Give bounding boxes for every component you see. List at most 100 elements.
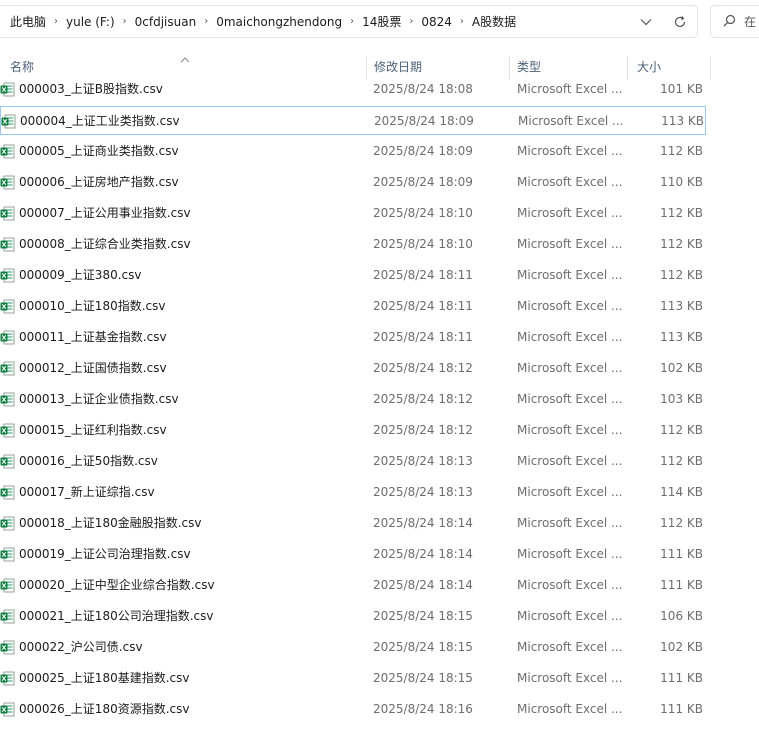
breadcrumb-separator-icon[interactable]: › — [200, 16, 212, 27]
excel-csv-file-icon — [1, 114, 16, 129]
file-row[interactable]: 000022_沪公司债.csv 2025/8/24 18:15 Microsoft … — [0, 633, 706, 662]
file-name: 000012_上证国债指数.csv — [19, 361, 167, 375]
file-size: 106 KB — [660, 609, 703, 623]
file-row[interactable]: 000008_上证综合业类指数.csv 2025/8/24 18:10 Micros… — [0, 230, 706, 259]
file-type: Microsoft Excel ... — [517, 237, 623, 251]
file-row[interactable]: 000021_上证180公司治理指数.csv 2025/8/24 18:15 Mic… — [0, 602, 706, 631]
file-size: 114 KB — [660, 485, 703, 499]
breadcrumb-item[interactable]: A股数据 — [468, 13, 520, 30]
breadcrumb-item[interactable]: 14股票 — [358, 13, 405, 30]
breadcrumb-separator-icon[interactable]: › — [456, 16, 468, 27]
file-row[interactable]: 000013_上证企业债指数.csv 2025/8/24 18:12 Microso… — [0, 385, 706, 414]
file-modified-date: 2025/8/24 18:13 — [373, 454, 473, 468]
file-type: Microsoft Excel ... — [517, 516, 623, 530]
breadcrumb-item[interactable]: 0cfdjisuan — [131, 15, 201, 29]
history-dropdown-icon[interactable] — [629, 6, 663, 37]
breadcrumb-separator-icon[interactable]: › — [50, 16, 62, 27]
breadcrumb-item[interactable]: yule (F:) — [62, 15, 119, 29]
file-type: Microsoft Excel ... — [517, 330, 623, 344]
file-row[interactable]: 000025_上证180基建指数.csv 2025/8/24 18:15 Micro… — [0, 664, 706, 693]
file-modified-date: 2025/8/24 18:09 — [373, 144, 473, 158]
file-row[interactable]: 000010_上证180指数.csv 2025/8/24 18:11 Microso… — [0, 292, 706, 321]
file-size: 112 KB — [660, 144, 703, 158]
file-type: Microsoft Excel ... — [517, 82, 623, 96]
file-size: 103 KB — [660, 392, 703, 406]
file-modified-date: 2025/8/24 18:11 — [373, 268, 473, 282]
file-type: Microsoft Excel ... — [517, 268, 623, 282]
file-modified-date: 2025/8/24 18:15 — [373, 671, 473, 685]
file-modified-date: 2025/8/24 18:16 — [373, 702, 473, 716]
excel-csv-file-icon — [0, 175, 15, 190]
file-row[interactable]: 000019_上证公司治理指数.csv 2025/8/24 18:14 Micros… — [0, 540, 706, 569]
file-type: Microsoft Excel ... — [517, 206, 623, 220]
file-size: 112 KB — [660, 516, 703, 530]
file-name: 000007_上证公用事业指数.csv — [19, 206, 191, 220]
file-name: 000004_上证工业类指数.csv — [20, 114, 180, 128]
excel-csv-file-icon — [0, 144, 15, 159]
header-size-label: 大小 — [637, 60, 662, 74]
breadcrumb-item[interactable]: 此电脑 — [6, 13, 50, 30]
breadcrumb-item[interactable]: 0824 — [417, 15, 456, 29]
file-row[interactable]: 000012_上证国债指数.csv 2025/8/24 18:12 Microsof… — [0, 354, 706, 383]
file-row[interactable]: 000006_上证房地产指数.csv 2025/8/24 18:09 Microso… — [0, 168, 706, 197]
file-name: 000010_上证180指数.csv — [19, 299, 166, 313]
file-row[interactable]: 000011_上证基金指数.csv 2025/8/24 18:11 Microsof… — [0, 323, 706, 352]
file-modified-date: 2025/8/24 18:11 — [373, 330, 473, 344]
file-name: 000003_上证B股指数.csv — [19, 82, 163, 96]
file-modified-date: 2025/8/24 18:08 — [373, 82, 473, 96]
file-size: 111 KB — [660, 702, 703, 716]
excel-csv-file-icon — [0, 578, 15, 593]
address-tools — [629, 6, 697, 37]
file-size: 112 KB — [660, 268, 703, 282]
file-modified-date: 2025/8/24 18:09 — [373, 175, 473, 189]
file-name: 000020_上证中型企业综合指数.csv — [19, 578, 215, 592]
breadcrumb-separator-icon[interactable]: › — [346, 16, 358, 27]
file-size: 111 KB — [660, 578, 703, 592]
file-row[interactable]: 000026_上证180资源指数.csv 2025/8/24 18:16 Micro… — [0, 695, 706, 724]
file-row[interactable]: 000020_上证中型企业综合指数.csv 2025/8/24 18:14 Micr… — [0, 571, 706, 600]
refresh-icon[interactable] — [663, 6, 697, 37]
file-type: Microsoft Excel ... — [517, 485, 623, 499]
column-divider[interactable] — [710, 56, 711, 80]
breadcrumb-separator-icon[interactable]: › — [119, 16, 131, 27]
excel-csv-file-icon — [0, 609, 15, 624]
file-name: 000008_上证综合业类指数.csv — [19, 237, 191, 251]
breadcrumb-separator-icon[interactable]: › — [405, 16, 417, 27]
file-type: Microsoft Excel ... — [517, 702, 623, 716]
search-icon — [723, 14, 736, 30]
file-type: Microsoft Excel ... — [517, 361, 623, 375]
file-row[interactable]: 000017_新上证综指.csv 2025/8/24 18:13 Microsoft… — [0, 478, 706, 507]
excel-csv-file-icon — [0, 82, 15, 97]
file-modified-date: 2025/8/24 18:09 — [374, 114, 474, 128]
file-type: Microsoft Excel ... — [518, 114, 624, 128]
file-name: 000019_上证公司治理指数.csv — [19, 547, 191, 561]
file-row[interactable]: 000005_上证商业类指数.csv 2025/8/24 18:09 Microso… — [0, 137, 706, 166]
file-row[interactable]: 000018_上证180金融股指数.csv 2025/8/24 18:14 Micr… — [0, 509, 706, 538]
file-row[interactable]: 000016_上证50指数.csv 2025/8/24 18:13 Microsof… — [0, 447, 706, 476]
file-name: 000013_上证企业债指数.csv — [19, 392, 179, 406]
file-type: Microsoft Excel ... — [517, 423, 623, 437]
address-bar[interactable]: 此电脑 › yule (F:) › 0cfdjisuan › 0maichongzhendo… — [0, 5, 698, 38]
file-row[interactable]: 000009_上证380.csv 2025/8/24 18:11 Microsoft… — [0, 261, 706, 290]
search-placeholder: 在 — [744, 15, 757, 29]
file-row[interactable]: 000007_上证公用事业指数.csv 2025/8/24 18:10 Micros… — [0, 199, 706, 228]
excel-csv-file-icon — [0, 702, 15, 717]
header-type-label: 类型 — [517, 60, 542, 74]
file-modified-date: 2025/8/24 18:12 — [373, 392, 473, 406]
file-size: 111 KB — [660, 671, 703, 685]
file-row[interactable]: 000003_上证B股指数.csv 2025/8/24 18:08 Microsof… — [0, 75, 706, 104]
file-name: 000011_上证基金指数.csv — [19, 330, 167, 344]
file-size: 112 KB — [660, 206, 703, 220]
excel-csv-file-icon — [0, 485, 15, 500]
file-modified-date: 2025/8/24 18:10 — [373, 237, 473, 251]
sort-ascending-icon — [180, 50, 190, 72]
excel-csv-file-icon — [0, 423, 15, 438]
file-modified-date: 2025/8/24 18:14 — [373, 516, 473, 530]
header-date-label: 修改日期 — [374, 60, 423, 74]
header-name-label: 名称 — [10, 60, 35, 74]
breadcrumb-item[interactable]: 0maichongzhendong — [212, 15, 346, 29]
file-row[interactable]: 000004_上证工业类指数.csv 2025/8/24 18:09 Microso… — [0, 106, 706, 135]
file-name: 000006_上证房地产指数.csv — [19, 175, 179, 189]
search-box[interactable]: 在 — [710, 5, 759, 38]
file-row[interactable]: 000015_上证红利指数.csv 2025/8/24 18:12 Microsof… — [0, 416, 706, 445]
